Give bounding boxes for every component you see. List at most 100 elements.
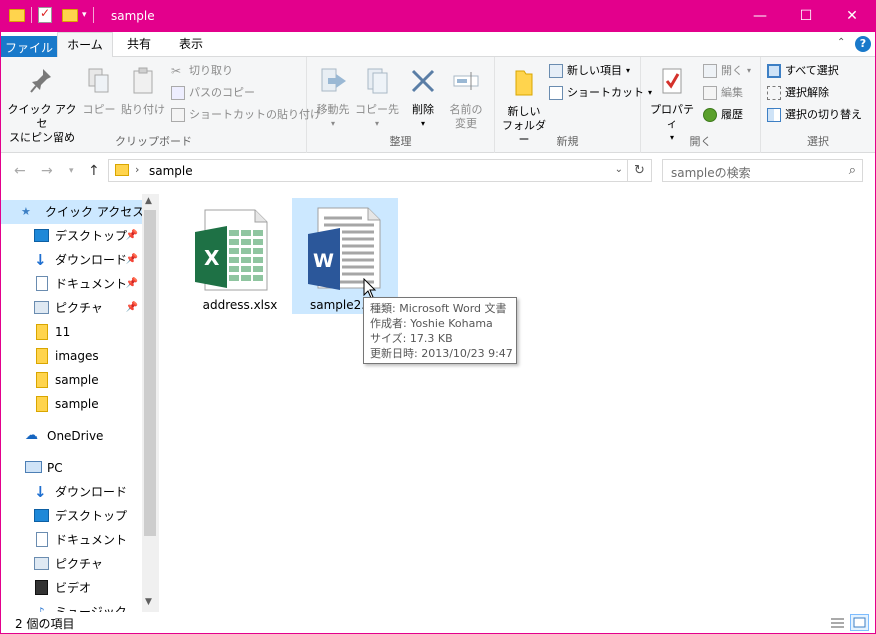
edit-button[interactable]: 編集 xyxy=(703,83,743,103)
large-icons-view-grid-icon xyxy=(853,617,866,628)
select-none-icon xyxy=(767,86,781,100)
nav-item-pictures[interactable]: ピクチャ 📌 xyxy=(1,296,142,320)
qat-separator xyxy=(31,7,32,23)
select-all-button[interactable]: すべて選択 xyxy=(767,61,839,81)
nav-pc-music[interactable]: ♪ ミュージック xyxy=(1,600,142,612)
cut-button[interactable]: ✂ 切り取り xyxy=(171,61,233,81)
breadcrumb-chevron-icon[interactable]: › xyxy=(135,163,139,176)
move-to-label: 移動先 xyxy=(316,103,350,116)
organize-group: 移動先 ▾ コピー先 ▾ 削除 ▾ 名前の 変更 整理 xyxy=(307,57,495,153)
details-view-icon[interactable] xyxy=(828,614,847,631)
scroll-up-arrow-icon[interactable]: ▲ xyxy=(145,196,152,206)
cut-label: 切り取り xyxy=(189,64,233,77)
open-button[interactable]: 開く ▾ xyxy=(703,61,751,81)
breadcrumb-sample[interactable]: sample xyxy=(149,164,193,178)
maximize-button[interactable]: ☐ xyxy=(783,1,829,32)
file-list[interactable]: X address.xlsx W sample2.do xyxy=(159,194,875,612)
pinned-icon[interactable]: 📌 xyxy=(126,224,138,248)
properties-check-icon xyxy=(662,68,682,94)
select-all-icon xyxy=(767,64,781,78)
nav-item-folder-11[interactable]: 11 xyxy=(1,320,142,344)
properties-qat-icon[interactable] xyxy=(38,6,52,23)
search-icon[interactable]: ⌕ xyxy=(849,163,856,178)
select-none-button[interactable]: 選択解除 xyxy=(767,83,829,103)
nav-onedrive-label: OneDrive xyxy=(47,429,104,443)
new-item-button[interactable]: 新しい項目 ▾ xyxy=(549,61,630,81)
tab-home[interactable]: ホーム xyxy=(57,32,113,58)
nav-pc-videos[interactable]: ビデオ xyxy=(1,576,142,600)
svg-text:X: X xyxy=(204,246,220,270)
collapse-ribbon-icon[interactable]: ⌃ xyxy=(837,37,845,48)
delete-button[interactable]: 削除 ▾ xyxy=(403,67,443,131)
history-button[interactable]: 履歴 xyxy=(703,105,743,125)
pin-icon xyxy=(30,69,51,93)
tab-view[interactable]: 表示 xyxy=(166,32,216,57)
customize-qat-chevron-icon[interactable]: ▾ xyxy=(82,10,87,20)
scissors-icon: ✂ xyxy=(171,64,182,78)
up-arrow-icon[interactable]: ↑ xyxy=(88,163,100,179)
nav-pane-scrollbar[interactable]: ▲ ▼ xyxy=(142,194,159,612)
nav-pc-downloads[interactable]: ↓ ダウンロード xyxy=(1,480,142,504)
nav-pc-pictures[interactable]: ピクチャ xyxy=(1,552,142,576)
history-label: 履歴 xyxy=(721,108,743,121)
nav-item-folder-sample[interactable]: sample xyxy=(1,392,142,416)
file-name: address.xlsx xyxy=(202,298,278,312)
tooltip-type: 種類: Microsoft Word 文書 xyxy=(370,302,507,315)
copy-to-button[interactable]: コピー先 ▾ xyxy=(355,67,399,131)
copy-label: コピー xyxy=(82,103,116,116)
nav-item-label: sample xyxy=(55,397,99,411)
move-to-button[interactable]: 移動先 ▾ xyxy=(311,67,355,131)
paste-label: 貼り付け xyxy=(121,103,165,116)
nav-item-downloads[interactable]: ↓ ダウンロード 📌 xyxy=(1,248,142,272)
large-icons-view-icon[interactable] xyxy=(850,614,869,631)
scrollbar-thumb[interactable] xyxy=(144,210,156,536)
move-to-chevron-icon: ▾ xyxy=(330,119,335,128)
paste-button[interactable]: 貼り付け xyxy=(121,67,165,117)
nav-item-desktop[interactable]: デスクトップ 📌 xyxy=(1,224,142,248)
address-bar[interactable]: › sample ⌄ xyxy=(108,159,628,182)
item-count: 2 個の項目 xyxy=(15,617,75,631)
minimize-button[interactable]: — xyxy=(737,1,783,32)
navigation-pane[interactable]: ★ クイック アクセス デスクトップ 📌 ↓ ダウンロード 📌 ドキュメント 📌… xyxy=(1,194,159,612)
title-bar[interactable]: ▾ sample — ☐ ✕ xyxy=(1,1,875,32)
nav-item-folder-sample[interactable]: sample xyxy=(1,368,142,392)
search-box[interactable]: sampleの検索 ⌕ xyxy=(662,159,863,182)
video-film-icon xyxy=(35,580,48,595)
nav-pc[interactable]: PC xyxy=(1,456,142,480)
clipboard-group: クイック アクセ スにピン留め コピー 貼り付け ✂ 切り取り パスのコピー シ… xyxy=(1,57,321,153)
pinned-icon[interactable]: 📌 xyxy=(126,296,138,320)
folder-icon xyxy=(9,8,25,22)
copy-button[interactable]: コピー xyxy=(81,67,117,117)
nav-pc-documents[interactable]: ドキュメント xyxy=(1,528,142,552)
nav-item-folder-images[interactable]: images xyxy=(1,344,142,368)
close-button[interactable]: ✕ xyxy=(829,1,875,32)
invert-selection-button[interactable]: 選択の切り替え xyxy=(767,105,862,125)
new-item-label: 新しい項目 xyxy=(567,64,622,77)
new-item-icon xyxy=(549,64,563,78)
nav-quick-access[interactable]: ★ クイック アクセス xyxy=(1,200,144,224)
address-dropdown-chevron-icon[interactable]: ⌄ xyxy=(615,164,623,175)
nav-item-documents[interactable]: ドキュメント 📌 xyxy=(1,272,142,296)
copy-icon xyxy=(88,68,109,93)
recent-locations-chevron-icon[interactable]: ▾ xyxy=(69,166,74,176)
easy-access-button[interactable]: ショートカット ▾ xyxy=(549,83,652,103)
forward-arrow-icon[interactable]: → xyxy=(41,163,53,179)
nav-onedrive[interactable]: ☁ OneDrive xyxy=(1,424,142,448)
scroll-down-arrow-icon[interactable]: ▼ xyxy=(145,597,152,607)
pictures-icon xyxy=(34,301,49,314)
pinned-icon[interactable]: 📌 xyxy=(126,272,138,296)
refresh-button[interactable]: ↻ xyxy=(628,159,652,182)
copy-path-button[interactable]: パスのコピー xyxy=(171,83,255,103)
file-item-excel[interactable]: X address.xlsx xyxy=(187,198,293,314)
nav-pc-desktop[interactable]: デスクトップ xyxy=(1,504,142,528)
file-tooltip: 種類: Microsoft Word 文書 作成者: Yoshie Kohama… xyxy=(363,297,517,364)
pinned-icon[interactable]: 📌 xyxy=(126,248,138,272)
new-folder-qat-icon[interactable] xyxy=(62,8,78,22)
back-arrow-icon[interactable]: ← xyxy=(14,163,26,179)
tab-share[interactable]: 共有 xyxy=(114,32,164,57)
paste-shortcut-button[interactable]: ショートカットの貼り付け xyxy=(171,105,321,125)
rename-button[interactable]: 名前の 変更 xyxy=(445,67,487,131)
pictures-icon xyxy=(34,557,49,570)
help-icon[interactable]: ? xyxy=(855,36,871,52)
documents-icon xyxy=(36,276,48,291)
